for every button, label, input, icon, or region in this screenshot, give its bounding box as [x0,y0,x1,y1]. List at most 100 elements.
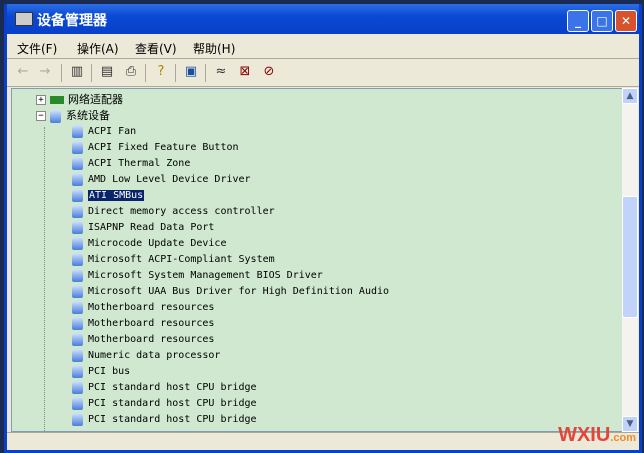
device-label: Microsoft ACPI-Compliant System [88,254,275,265]
device-label: Motherboard resources [88,318,215,329]
maximize-button[interactable]: □ [591,10,613,32]
device-label: Numeric data processor [88,350,221,361]
device-manager-window: 设备管理器 _ □ ✕ 文件(F) 操作(A) 查看(V) 帮助(H) ← → … [4,4,642,453]
device-item[interactable]: Motherboard resources [72,300,214,316]
separator [175,64,176,82]
device-item[interactable]: ISAPNP Read Data Port [72,220,214,236]
device-label: ATI SMBus [88,190,145,201]
expand-icon[interactable]: + [36,95,46,105]
scan-hardware-icon[interactable]: ▣ [183,64,199,80]
node-label: 网络适配器 [68,93,123,106]
device-icon [72,140,83,154]
system-device-icon [50,109,61,123]
menu-action[interactable]: 操作(A) [77,40,119,57]
device-icon [72,124,83,138]
device-icon [72,268,83,282]
back-icon[interactable]: ← [15,64,31,80]
device-icon [72,284,83,298]
device-item[interactable]: AMD Low Level Device Driver [72,172,251,188]
watermark-logo: WXIU.com [558,424,636,446]
menu-view[interactable]: 查看(V) [135,40,177,57]
menu-help[interactable]: 帮助(H) [193,40,235,57]
tree-node-network-adapters[interactable]: + 网络适配器 [36,92,123,108]
network-adapter-icon [50,96,64,104]
toolbar: ← → ▥ ▤ ⎙ ? ▣ ≈ ⊠ ⊘ [7,60,639,87]
separator [61,64,62,82]
device-item[interactable]: Microsoft ACPI-Compliant System [72,252,275,268]
device-item[interactable]: ATI SMBus [72,188,145,204]
device-icon [72,380,83,394]
device-label: PCI standard host CPU bridge [88,414,257,425]
device-item[interactable]: PCI standard host CPU bridge [72,396,257,412]
status-bar [7,432,639,451]
separator [91,64,92,82]
device-item[interactable]: Microsoft System Management BIOS Driver [72,268,323,284]
device-item[interactable]: Motherboard resources [72,332,214,348]
collapse-icon[interactable]: − [36,111,46,121]
window-title: 设备管理器 [37,13,107,29]
help-icon[interactable]: ? [153,64,169,80]
device-icon [72,220,83,234]
device-icon [72,316,83,330]
device-item[interactable]: Motherboard resources [72,316,214,332]
device-icon [72,236,83,250]
device-icon [72,412,83,426]
device-item[interactable]: Numeric data processor [72,348,220,364]
device-item[interactable]: PCI standard host CPU bridge [72,380,257,396]
device-label: PCI bus [88,366,131,377]
device-icon [72,364,83,378]
update-driver-icon[interactable]: ≈ [213,64,229,80]
print-icon[interactable]: ⎙ [123,64,139,80]
device-icon [72,300,83,314]
device-label: Motherboard resources [88,302,215,313]
device-icon [72,204,83,218]
device-item[interactable]: ACPI Fan [72,124,136,140]
separator [145,64,146,82]
tree-line [44,127,46,431]
device-icon [72,396,83,410]
title-bar[interactable]: 设备管理器 _ □ ✕ [7,4,639,34]
device-icon [72,252,83,266]
scrollbar-thumb[interactable] [622,196,638,318]
node-label: 系统设备 [66,109,110,122]
device-item[interactable]: Microsoft UAA Bus Driver for High Defini… [72,284,389,300]
device-label: ISAPNP Read Data Port [88,222,215,233]
device-item[interactable]: Direct memory access controller [72,204,275,220]
device-item[interactable]: PCI bus [72,364,130,380]
device-label: ACPI Fixed Feature Button [88,142,239,153]
tree-node-system-devices[interactable]: − 系统设备 [36,108,110,124]
device-item[interactable]: PCI standard host CPU bridge [72,412,257,428]
disable-icon[interactable]: ⊘ [261,64,277,80]
device-icon [72,188,83,202]
device-icon [72,156,83,170]
menu-file[interactable]: 文件(F) [17,40,57,57]
forward-icon[interactable]: → [37,64,53,80]
device-label: Microsoft UAA Bus Driver for High Defini… [88,286,390,297]
device-label: AMD Low Level Device Driver [88,174,251,185]
show-hide-tree-icon[interactable]: ▥ [69,64,85,80]
device-item[interactable]: ACPI Fixed Feature Button [72,140,239,156]
device-label: PCI standard host CPU bridge [88,382,257,393]
device-icon [72,348,83,362]
computer-icon [15,12,33,26]
device-icon [72,332,83,346]
separator [205,64,206,82]
device-item[interactable]: ACPI Thermal Zone [72,156,190,172]
menu-bar: 文件(F) 操作(A) 查看(V) 帮助(H) [7,36,639,59]
device-tree[interactable]: + 网络适配器 − 系统设备 ACPI Fan ACPI Fixed Featur… [11,88,623,432]
device-icon [72,172,83,186]
device-label: Microcode Update Device [88,238,227,249]
device-label: PCI standard host CPU bridge [88,398,257,409]
properties-icon[interactable]: ▤ [99,64,115,80]
uninstall-icon[interactable]: ⊠ [237,64,253,80]
device-label: Microsoft System Management BIOS Driver [88,270,323,281]
device-label: Motherboard resources [88,334,215,345]
close-button[interactable]: ✕ [615,10,637,32]
vertical-scrollbar[interactable]: ▲ ▼ [622,88,638,432]
device-label: ACPI Fan [88,126,137,137]
device-item[interactable]: Microcode Update Device [72,236,226,252]
device-label: Direct memory access controller [88,206,275,217]
minimize-button[interactable]: _ [567,10,589,32]
device-label: ACPI Thermal Zone [88,158,191,169]
scroll-up-button[interactable]: ▲ [622,88,638,104]
